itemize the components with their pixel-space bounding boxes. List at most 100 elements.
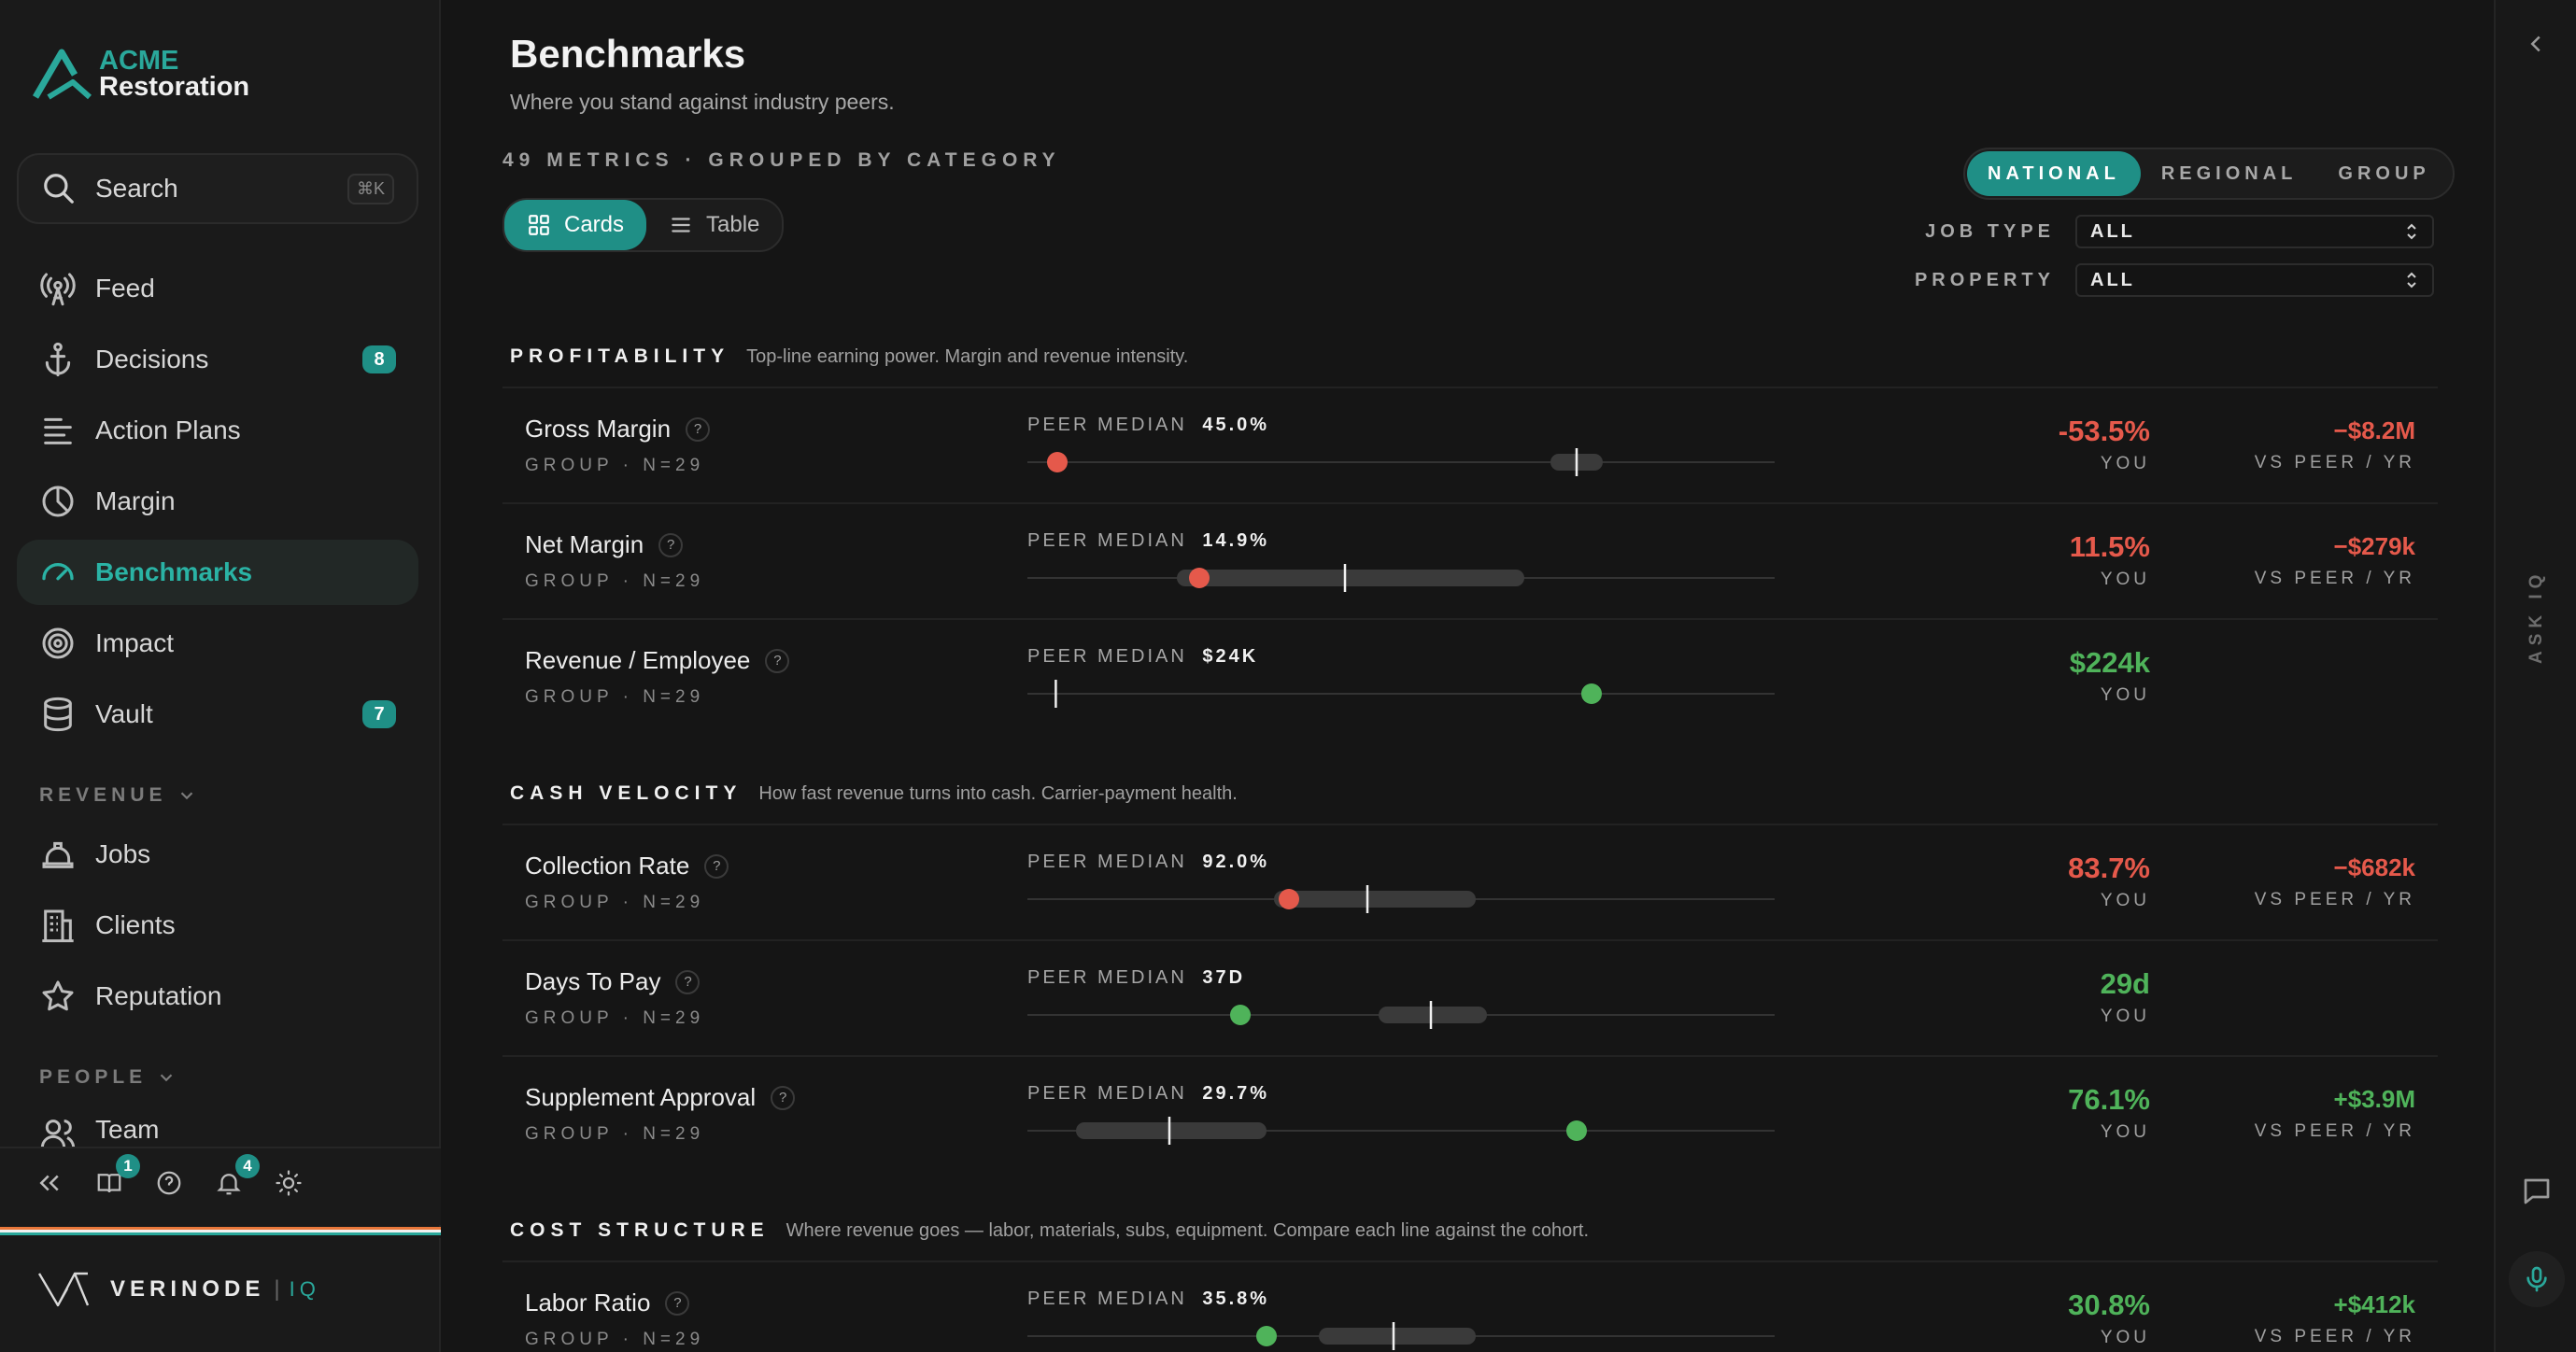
section-revenue-label: REVENUE <box>39 784 167 806</box>
sidebar-item-label: Team <box>95 1115 160 1144</box>
sidebar-item-impact[interactable]: Impact <box>17 611 418 676</box>
help-icon[interactable]: ? <box>665 1290 690 1316</box>
help-icon[interactable]: ? <box>686 416 711 442</box>
chevron-left-icon[interactable] <box>2522 30 2550 58</box>
metric-name: Net Margin <box>525 530 644 558</box>
cards-view-label: Cards <box>564 212 625 237</box>
metric-name: Days To Pay <box>525 967 661 995</box>
notifications-button[interactable]: 4 <box>215 1154 260 1204</box>
sidebar-item-label: Feed <box>95 274 155 303</box>
help-icon[interactable]: ? <box>704 853 729 879</box>
peer-band <box>1319 1328 1476 1345</box>
sidebar-item-label: Vault <box>95 699 153 728</box>
brand-stripe <box>0 1227 441 1240</box>
cards-view-button[interactable]: Cards <box>504 200 647 250</box>
sidebar-item-action-plans[interactable]: Action Plans <box>17 398 418 463</box>
delta-value: −$279k <box>2333 532 2415 560</box>
metric-row[interactable]: Labor Ratio ? GROUP · N=29 PEER MEDIAN 3… <box>502 1260 2438 1352</box>
property-value: ALL <box>2090 269 2135 290</box>
category-name: COST STRUCTURE <box>510 1219 770 1241</box>
sidebar-item-vault[interactable]: Vault 7 <box>17 682 418 747</box>
job-type-label: JOB TYPE <box>1925 220 2055 242</box>
metric-meta: GROUP · N=29 <box>525 687 705 707</box>
list-icon <box>44 417 72 444</box>
help-icon[interactable]: ? <box>765 648 790 673</box>
help-button[interactable] <box>155 1169 191 1204</box>
ask-iq-label[interactable]: ASK IQ <box>2526 552 2547 664</box>
sidebar-item-benchmarks[interactable]: Benchmarks <box>17 540 418 605</box>
metric-row[interactable]: Gross Margin ? GROUP · N=29 PEER MEDIAN … <box>502 387 2438 502</box>
chevrons-left-icon <box>39 1175 59 1191</box>
property-label: PROPERTY <box>1914 269 2055 290</box>
category-header: CASH VELOCITY How fast revenue turns int… <box>510 782 1238 805</box>
metric-row[interactable]: Net Margin ? GROUP · N=29 PEER MEDIAN 14… <box>502 502 2438 618</box>
scope-group-button[interactable]: GROUP <box>2317 151 2450 196</box>
page-title: Benchmarks <box>510 32 746 76</box>
metric-row[interactable]: Supplement Approval ? GROUP · N=29 PEER … <box>502 1055 2438 1171</box>
brand-name: VERINODE <box>110 1276 265 1302</box>
section-people-toggle[interactable]: PEOPLE <box>39 1066 177 1089</box>
you-marker <box>1189 568 1210 588</box>
scope-national-button[interactable]: NATIONAL <box>1967 151 2141 196</box>
you-label: YOU <box>2100 1122 2150 1142</box>
sidebar-item-label: Reputation <box>95 981 222 1010</box>
sidebar-item-decisions[interactable]: Decisions 8 <box>17 327 418 392</box>
brand-suffix: IQ <box>289 1277 320 1301</box>
sidebar-item-jobs[interactable]: Jobs <box>17 822 418 887</box>
scope-regional-button[interactable]: REGIONAL <box>2141 151 2318 196</box>
you-label: YOU <box>2100 685 2150 705</box>
collapse-sidebar-button[interactable] <box>35 1169 71 1204</box>
peer-median-value: 29.7% <box>1202 1083 1270 1104</box>
you-marker <box>1566 1120 1587 1141</box>
table-view-button[interactable]: Table <box>646 200 782 250</box>
sidebar-item-team[interactable]: Team <box>17 1104 418 1147</box>
vault-count-badge: 7 <box>362 700 396 728</box>
sidebar-item-margin[interactable]: Margin <box>17 469 418 534</box>
app-logo[interactable]: ACME Restoration <box>32 47 249 101</box>
help-icon[interactable]: ? <box>675 969 701 994</box>
you-marker <box>1047 452 1068 472</box>
category-description: Top-line earning power. Margin and reven… <box>746 346 1189 367</box>
metric-meta: GROUP · N=29 <box>525 893 705 912</box>
you-value-block: 30.8% YOU <box>2068 1289 2150 1348</box>
property-filter: PROPERTY ALL <box>1896 263 2434 297</box>
docs-button[interactable]: 1 <box>95 1154 140 1204</box>
chat-icon[interactable] <box>2520 1175 2554 1208</box>
delta-block: +$3.9M VS PEER / YR <box>2255 1085 2415 1142</box>
you-value: 76.1% <box>2068 1083 2150 1116</box>
database-icon <box>44 697 72 732</box>
you-value-block: $224k YOU <box>2070 646 2150 706</box>
metric-count: 49 METRICS · GROUPED BY CATEGORY <box>502 149 1061 171</box>
help-icon[interactable]: ? <box>771 1085 796 1110</box>
section-people-label: PEOPLE <box>39 1066 148 1088</box>
property-select[interactable]: ALL <box>2075 263 2434 297</box>
logo-line1: ACME <box>99 46 179 76</box>
peer-median: PEER MEDIAN 35.8% <box>1027 1289 1269 1310</box>
ask-iq-rail: ASK IQ <box>2494 0 2576 1352</box>
brand-separator: | <box>274 1276 280 1302</box>
search-input[interactable]: Search ⌘K <box>17 153 418 224</box>
scope-selector: NATIONAL REGIONAL GROUP <box>1963 148 2455 200</box>
theme-toggle-button[interactable] <box>275 1169 310 1204</box>
voice-button[interactable] <box>2509 1251 2565 1307</box>
metric-meta: GROUP · N=29 <box>525 456 705 475</box>
sidebar-item-clients[interactable]: Clients <box>17 893 418 958</box>
verinode-logo-icon <box>37 1272 90 1307</box>
job-type-select[interactable]: ALL <box>2075 215 2434 248</box>
peer-median: PEER MEDIAN $24K <box>1027 646 1258 668</box>
peer-median: PEER MEDIAN 14.9% <box>1027 530 1269 552</box>
main-content: Benchmarks Where you stand against indus… <box>441 0 2494 1352</box>
section-revenue-toggle[interactable]: REVENUE <box>39 784 197 807</box>
metric-row[interactable]: Days To Pay ? GROUP · N=29 PEER MEDIAN 3… <box>502 939 2438 1055</box>
metric-row[interactable]: Revenue / Employee ? GROUP · N=29 PEER M… <box>502 618 2438 734</box>
metric-name: Gross Margin <box>525 415 672 443</box>
metric-row[interactable]: Collection Rate ? GROUP · N=29 PEER MEDI… <box>502 824 2438 939</box>
you-value: -53.5% <box>2058 415 2150 447</box>
metric-name: Revenue / Employee <box>525 646 751 674</box>
peer-median-value: 45.0% <box>1202 415 1270 435</box>
benchmark-bar <box>1027 680 1775 708</box>
sidebar-item-feed[interactable]: Feed <box>17 256 418 321</box>
help-icon[interactable]: ? <box>658 532 684 557</box>
sidebar-item-reputation[interactable]: Reputation <box>17 964 418 1029</box>
peer-median: PEER MEDIAN 37D <box>1027 967 1245 989</box>
